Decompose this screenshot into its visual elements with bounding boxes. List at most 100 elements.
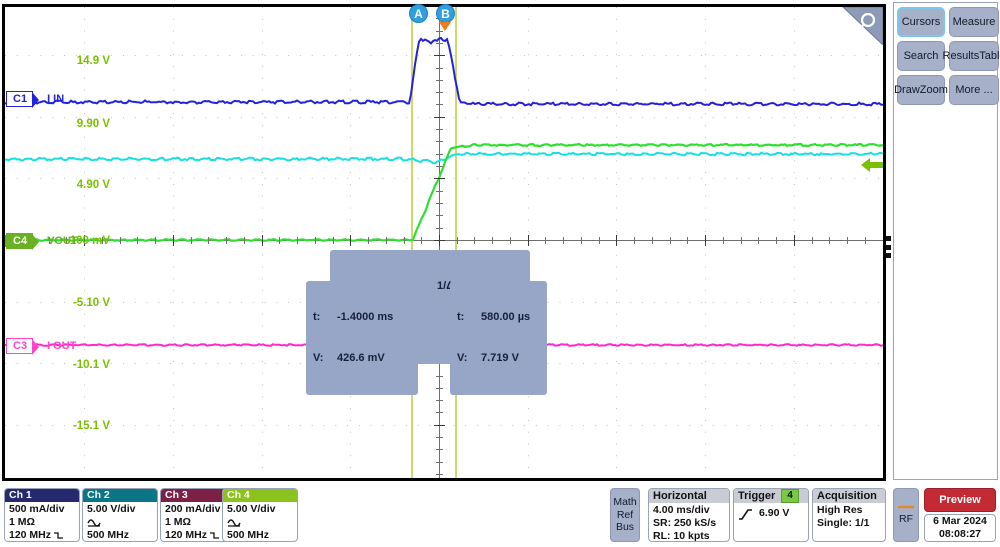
search-button-line-0: Search (903, 50, 939, 62)
horizontal-panel[interactable]: Horizontal 4.00 ms/div SR: 250 kS/s RL: … (648, 488, 730, 542)
results-table-button[interactable]: ResultsTable (943, 41, 1000, 71)
cursor-a-handle[interactable]: A (409, 4, 428, 23)
search-button[interactable]: Search (897, 41, 945, 71)
horizontal-record-length: RL: 10 kpts (653, 530, 710, 542)
rf-button[interactable]: RF (893, 488, 919, 542)
channel-panel-ch2[interactable]: Ch 2 5.00 V/div 500 MHz (82, 488, 158, 542)
axis-tick (436, 461, 443, 463)
axis-tick (669, 237, 671, 244)
acquisition-panel[interactable]: Acquisition High Res Single: 1/1 (812, 488, 886, 542)
axis-tick (616, 235, 618, 246)
trigger-header: Trigger 4 (734, 489, 808, 503)
trigger-position-marker[interactable] (439, 22, 451, 31)
bottom-status-bar: Ch 1 500 mA/div 1 MΩ 120 MHz Ch 2 5.00 V… (0, 484, 1000, 547)
bus-label: Bus (615, 521, 635, 534)
axis-tick (172, 235, 174, 246)
horizontal-scale: 4.00 ms/div (653, 504, 710, 516)
channel-tag-c3[interactable]: C3 I OUT (6, 338, 76, 355)
axis-tick (421, 237, 423, 244)
v-label-5: -10.1 V (72, 359, 110, 371)
axis-tick (563, 237, 565, 244)
more-button[interactable]: More ... (949, 75, 999, 105)
measure-button[interactable]: Measure (949, 7, 999, 37)
acquisition-title: Acquisition (813, 489, 885, 503)
math-ref-bus-button[interactable]: Math Ref Bus (610, 488, 640, 542)
ch4-ground-marker[interactable] (5, 235, 21, 247)
axis-tick (436, 153, 443, 155)
channel-panel-ch1-header[interactable]: Ch 1 (5, 489, 79, 502)
more-button-line-0: More ... (955, 84, 993, 96)
rising-edge-icon (739, 508, 752, 520)
ac-coupling-icon (87, 519, 101, 527)
cursor-a-line[interactable] (411, 7, 413, 478)
axis-tick (385, 237, 387, 244)
axis-tick (434, 178, 445, 180)
axis-tick (527, 235, 529, 246)
axis-tick (580, 237, 582, 244)
axis-tick (436, 141, 443, 143)
axis-tick (436, 227, 443, 229)
cursors-button[interactable]: Cursors (897, 7, 945, 37)
channel-panel-ch4[interactable]: Ch 4 5.00 V/div 500 MHz (222, 488, 298, 542)
bandwidth-limit-icon (210, 532, 220, 539)
cursor-b-measurement-box[interactable]: t: 580.00 µs V: 7.719 V (450, 281, 547, 395)
magnifier-icon[interactable] (835, 7, 883, 45)
cursor-a-measurement-box[interactable]: t: -1.4000 ms V: 426.6 mV (306, 281, 418, 395)
trigger-source-badge: 4 (781, 489, 799, 503)
v-label-2: 4.90 V (76, 179, 110, 191)
axis-tick (811, 237, 813, 244)
channel-panel-ch1[interactable]: Ch 1 500 mA/div 1 MΩ 120 MHz (4, 488, 80, 542)
trigger-panel[interactable]: Trigger 4 6.90 V (733, 488, 809, 542)
axis-tick (651, 237, 653, 244)
v-label-4: -5.10 V (72, 297, 110, 309)
channel-panel-ch4-header[interactable]: Ch 4 (223, 489, 297, 502)
cursor-b-handle[interactable]: B (436, 4, 455, 23)
cursor-b-t-value: 580.00 µs (481, 311, 531, 323)
draw-zoom-button[interactable]: Draw Zoom (894, 75, 948, 105)
axis-tick (436, 129, 443, 131)
axis-tick (509, 237, 511, 244)
axis-tick (436, 79, 443, 81)
ch4-trigger-level-arrow[interactable] (861, 156, 883, 174)
ch3-bandwidth: 120 MHz (165, 529, 208, 541)
acquisition-sequence: Single: 1/1 (817, 517, 870, 529)
right-side-panel: Cursors Measure Search ResultsTable DrawZoom… (893, 2, 1000, 480)
axis-tick (847, 237, 849, 244)
axis-tick (261, 235, 263, 246)
axis-tick (350, 235, 352, 246)
axis-tick (436, 215, 443, 217)
ac-coupling-icon (227, 519, 241, 527)
channel-badge-c3[interactable]: C3 (6, 338, 40, 355)
waveform-plot-area[interactable] (2, 4, 886, 481)
axis-tick (368, 237, 370, 244)
panel-drag-handle[interactable] (886, 236, 892, 258)
datetime-display: 6 Mar 2024 08:08:27 (924, 514, 996, 542)
axis-tick (864, 237, 866, 244)
axis-tick (434, 116, 445, 118)
ch4-scale: 5.00 V/div (227, 503, 276, 515)
preview-button[interactable]: Preview (924, 488, 996, 512)
channel-badge-c1[interactable]: C1 (6, 91, 40, 108)
ch1-bandwidth: 120 MHz (9, 529, 52, 541)
cursor-a-t-value: -1.4000 ms (337, 311, 394, 323)
draw-zoom-button-line-0: Draw (894, 84, 920, 96)
axis-tick (829, 237, 831, 244)
measure-button-line-0: Measure (952, 16, 996, 28)
axis-tick (297, 237, 299, 244)
axis-tick (436, 104, 443, 106)
cursor-b-t-label: t: (457, 311, 465, 323)
channel-label-c1: I IN (47, 93, 65, 105)
axis-tick (434, 424, 445, 426)
axis-tick (722, 237, 724, 244)
ch1-scale: 500 mA/div (9, 503, 65, 515)
horizontal-title: Horizontal (649, 489, 729, 503)
channel-tag-c1[interactable]: C1 I IN (6, 91, 65, 108)
channel-label-c4: VOUT (47, 235, 78, 247)
axis-tick (434, 55, 445, 57)
axis-tick (474, 237, 476, 244)
axis-tick (687, 237, 689, 244)
axis-tick (190, 237, 192, 244)
channel-panel-ch2-header[interactable]: Ch 2 (83, 489, 157, 502)
cursor-b-v-label: V: (457, 351, 468, 364)
math-label: Math (613, 496, 637, 509)
